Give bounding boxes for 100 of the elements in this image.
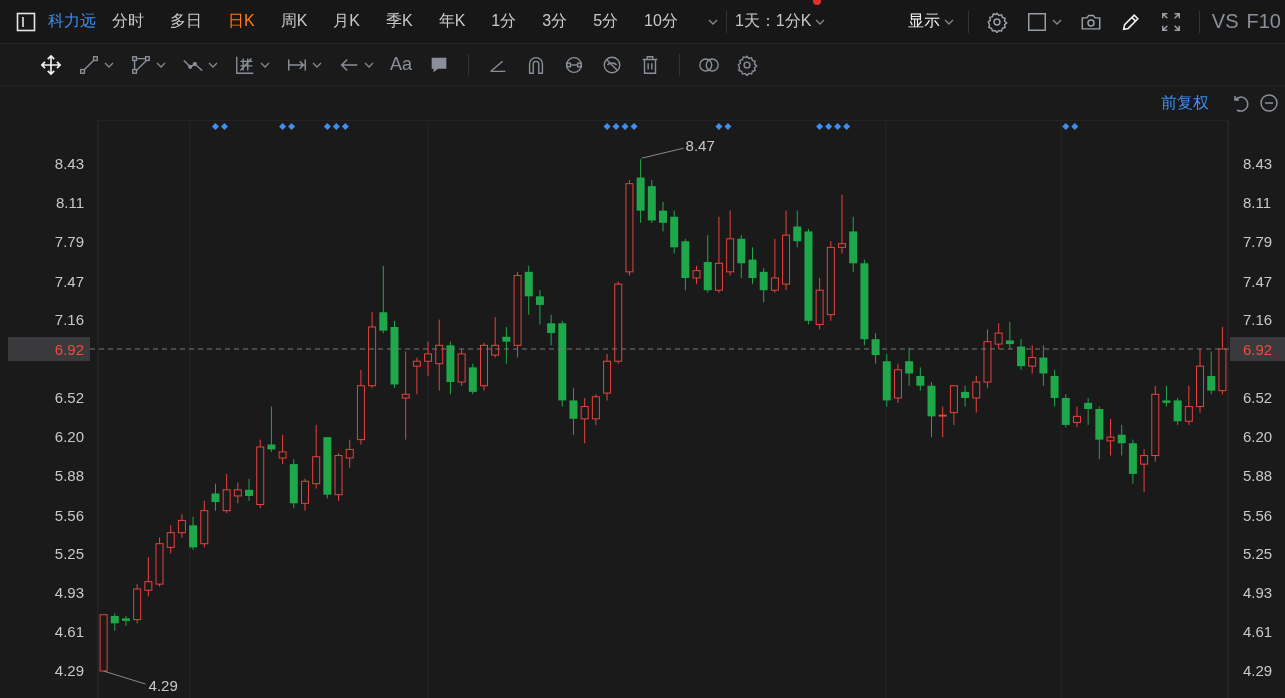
period-tab[interactable]: 1分 [491,11,517,32]
candlestick [166,524,175,554]
candlestick [591,393,600,426]
y-axis-label: 8.43 [1243,155,1273,173]
candlestick [994,322,1003,350]
candlestick [345,439,354,469]
gear-icon [736,53,759,76]
fullscreen-icon [1159,10,1182,33]
y-axis-label: 7.79 [54,233,84,251]
current-price-tag: 6.92 [8,337,90,361]
period-tab[interactable]: 3分 [542,11,568,32]
candlestick [424,341,433,377]
candlestick [300,478,309,512]
candlestick [1117,424,1126,457]
candlestick [1162,385,1171,408]
period-tab[interactable]: 月K [333,11,360,32]
caret-icon[interactable] [707,18,718,25]
current-price-tag: 6.92 [1230,337,1285,361]
y-axis-label: 4.61 [1243,622,1273,640]
candlestick [961,385,970,408]
candlestick [905,347,914,387]
candlestick [770,238,779,294]
period-tab[interactable]: 多日 [170,11,202,32]
square-icon [1025,10,1048,33]
candlestick [1173,397,1182,426]
candlestick [1106,418,1115,457]
caret-icon [815,18,826,25]
candlestick [569,387,578,436]
caret-icon [312,61,322,68]
signal-marker-icon [211,122,228,131]
gear-icon [985,10,1008,33]
caret-icon [260,61,270,68]
period-tab[interactable]: 日K [228,11,255,32]
y-axis-label: 6.52 [54,389,84,406]
y-axis-label: 4.29 [54,662,84,680]
signal-marker-icon [279,122,296,131]
candlestick [1050,369,1059,408]
interval-menu[interactable]: 1天：1分K [734,11,826,32]
y-axis-label: 5.25 [54,544,84,562]
drawing-tool-button[interactable]: Aa [384,50,419,79]
candlestick [793,210,802,248]
candlestick [580,397,589,444]
polygon-icon [130,53,152,76]
candlestick [1184,385,1193,426]
period-tab[interactable]: 年K [438,11,466,32]
price-adjustment-link[interactable]: 前复权 [1161,92,1209,114]
stock-name: 科力远 [48,11,96,31]
vs-button[interactable]: VS [1211,10,1239,33]
period-tab[interactable]: 10分 [644,11,678,32]
minus-circle-icon [1259,93,1279,113]
price-extreme-label: 4.29 [148,677,178,695]
candlestick [547,314,556,346]
y-axis-label: 6.20 [54,428,84,446]
signal-marker-icon [1062,122,1079,131]
y-axis-label: 5.88 [54,467,84,485]
candlestick [401,350,410,441]
candlestick [916,366,925,392]
period-tab[interactable]: 季K [386,11,413,32]
period-tab[interactable]: 5分 [593,11,619,32]
leader-line [641,147,685,159]
candlestick [838,194,847,254]
panel-icon[interactable] [16,11,36,32]
y-axis-label: 4.61 [54,622,84,640]
signal-marker-icon [603,122,638,131]
y-axis-label: 5.88 [1243,467,1273,485]
candlestick [144,556,153,597]
caret-icon [364,61,374,68]
caret-icon [943,18,954,25]
y-axis-label: 7.16 [1243,310,1273,328]
candlestick [1084,397,1093,426]
y-axis-label: 5.56 [1243,506,1273,524]
candlestick [1005,321,1014,350]
y-axis-label: 5.25 [1243,544,1273,562]
period-tab[interactable]: 分时 [112,11,144,32]
y-axis-label: 8.11 [1243,194,1272,212]
signal-marker-icon [715,122,732,131]
signal-marker-icon [816,122,851,131]
y-axis-label: 7.16 [54,310,84,328]
y-axis-label: 4.93 [1243,583,1273,601]
display-menu[interactable]: 显示 [907,11,954,32]
candlestick [1207,350,1216,395]
candlestick [1017,338,1026,371]
candlestick [121,615,130,627]
candlestick [222,473,231,514]
candlestick [177,513,186,539]
y-axis-label: 8.43 [54,155,84,173]
candlestick [972,375,981,414]
caret-icon [208,61,218,68]
period-tab[interactable]: 周K [280,11,308,32]
candlestick [435,319,444,392]
y-axis-label: 4.29 [1243,662,1273,680]
candlestick [748,246,757,285]
candlestick [379,265,388,334]
candlestick [491,316,500,359]
candlestick [535,289,544,325]
y-axis-label: 8.11 [55,194,84,212]
f10-button[interactable]: F10 [1246,10,1281,33]
caret-icon [156,61,166,68]
candlestick [871,332,880,365]
caret-icon [104,61,114,68]
